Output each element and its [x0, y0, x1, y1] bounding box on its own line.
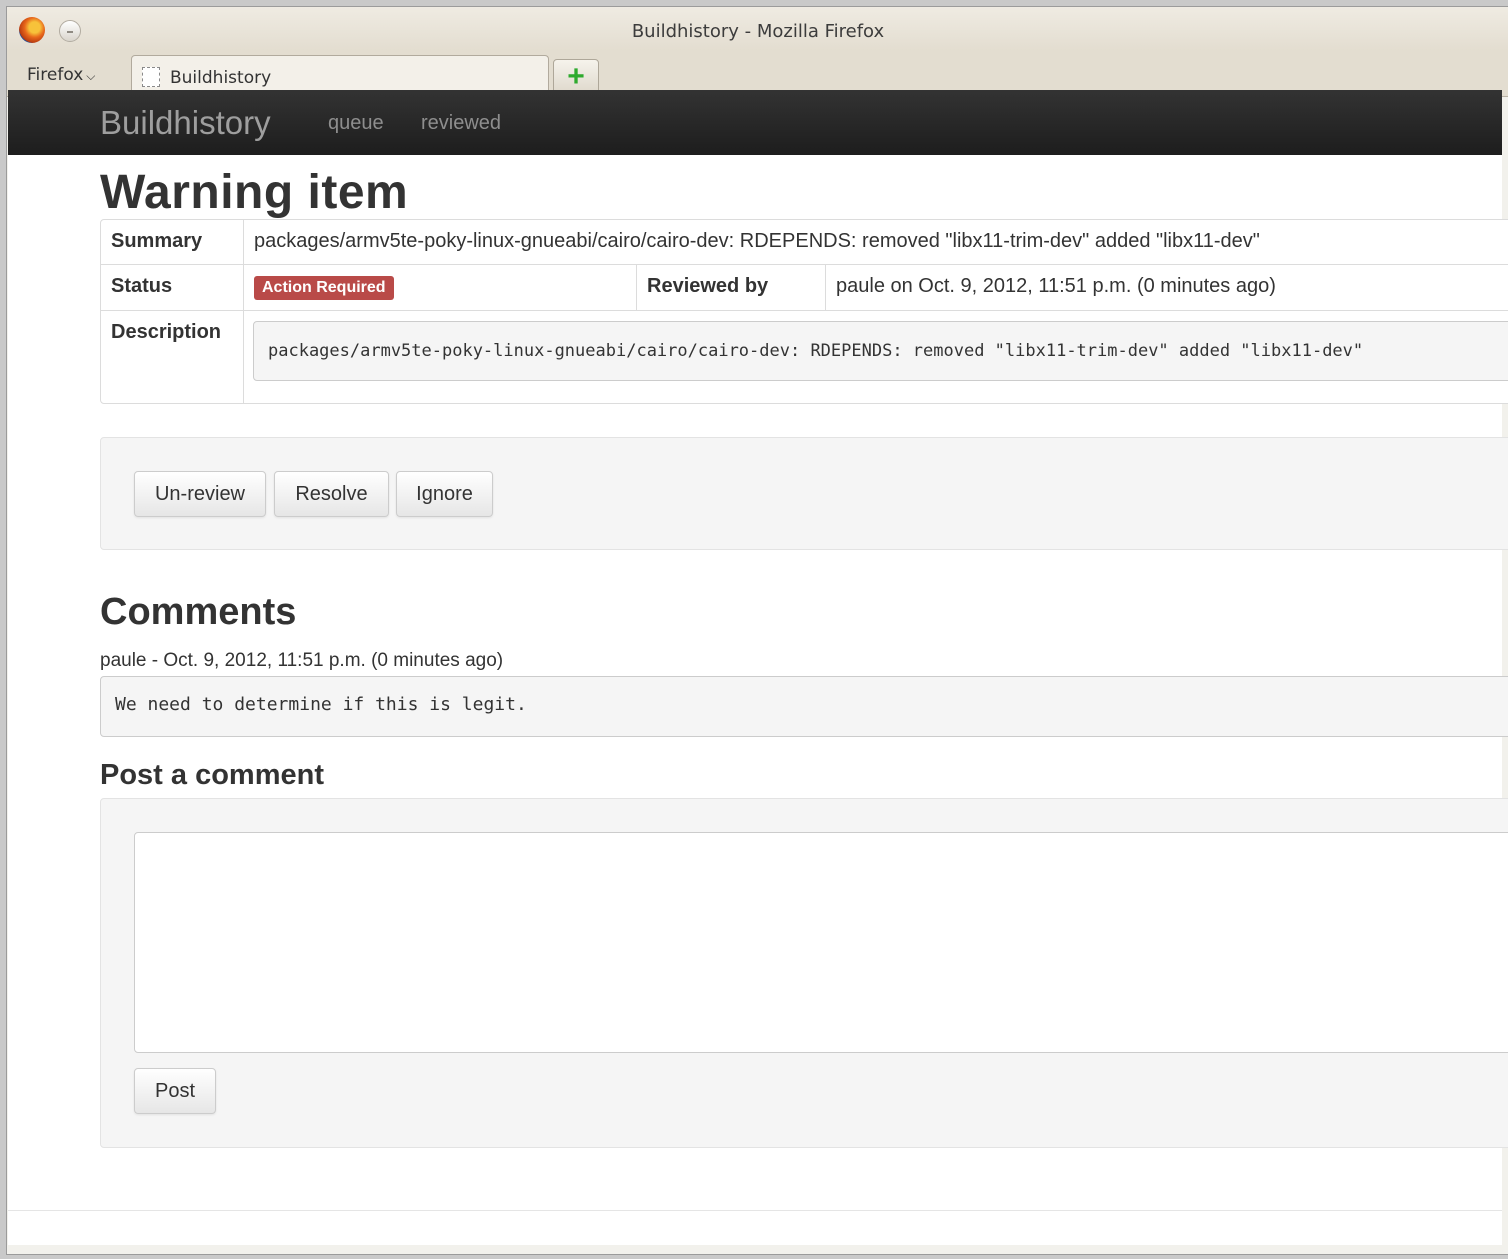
- comment-meta: paule - Oct. 9, 2012, 11:51 p.m. (0 minu…: [100, 650, 504, 671]
- summary-value: packages/armv5te-poky-linux-gnueabi/cair…: [254, 230, 1260, 252]
- reviewed-by-value: paule on Oct. 9, 2012, 11:51 p.m. (0 min…: [836, 275, 1276, 297]
- nav-link-queue[interactable]: queue: [328, 112, 384, 135]
- post-comment-form: Post: [100, 798, 1508, 1148]
- tab-label: Buildhistory: [170, 68, 272, 88]
- table-row-summary: Summary packages/armv5te-poky-linux-gnue…: [101, 220, 1508, 265]
- nav-link-reviewed[interactable]: reviewed: [421, 112, 501, 135]
- comment-text: We need to determine if this is legit.: [100, 676, 1508, 737]
- firefox-menu-button[interactable]: Firefox ⌵: [27, 65, 95, 85]
- chevron-down-icon: ⌵: [86, 69, 96, 83]
- warning-details-table: Summary packages/armv5te-poky-linux-gnue…: [100, 219, 1508, 404]
- description-label: Description: [101, 311, 244, 403]
- page-icon: [142, 67, 160, 87]
- firefox-menu-label: Firefox: [27, 65, 84, 85]
- post-button[interactable]: Post: [134, 1068, 216, 1114]
- plus-icon: +: [567, 60, 585, 93]
- footer-divider: [8, 1210, 1502, 1211]
- title-bar: Buildhistory - Mozilla Firefox: [7, 7, 1508, 51]
- table-row-status: Status Action Required Reviewed by paule…: [101, 265, 1508, 311]
- summary-label: Summary: [101, 220, 244, 264]
- brand-link[interactable]: Buildhistory: [100, 104, 271, 142]
- page-title: Warning item: [100, 166, 409, 219]
- status-badge: Action Required: [254, 276, 394, 300]
- post-comment-heading: Post a comment: [100, 759, 324, 791]
- status-cell: Action Required: [244, 265, 637, 310]
- reviewed-by-label: Reviewed by: [637, 265, 826, 310]
- unreview-button[interactable]: Un-review: [134, 471, 266, 517]
- comments-heading: Comments: [100, 591, 297, 633]
- actions-well: Un-review Resolve Ignore: [100, 437, 1508, 550]
- table-row-description: Description packages/armv5te-poky-linux-…: [101, 311, 1508, 403]
- ignore-button[interactable]: Ignore: [396, 471, 493, 517]
- status-label: Status: [101, 265, 244, 310]
- description-value: packages/armv5te-poky-linux-gnueabi/cair…: [253, 321, 1508, 381]
- navbar: Buildhistory queue reviewed: [8, 90, 1502, 155]
- comment-textarea[interactable]: [134, 832, 1508, 1053]
- window-title: Buildhistory - Mozilla Firefox: [631, 21, 885, 42]
- resolve-button[interactable]: Resolve: [274, 471, 389, 517]
- page-content: Warning item Summary packages/armv5te-po…: [8, 155, 1508, 1245]
